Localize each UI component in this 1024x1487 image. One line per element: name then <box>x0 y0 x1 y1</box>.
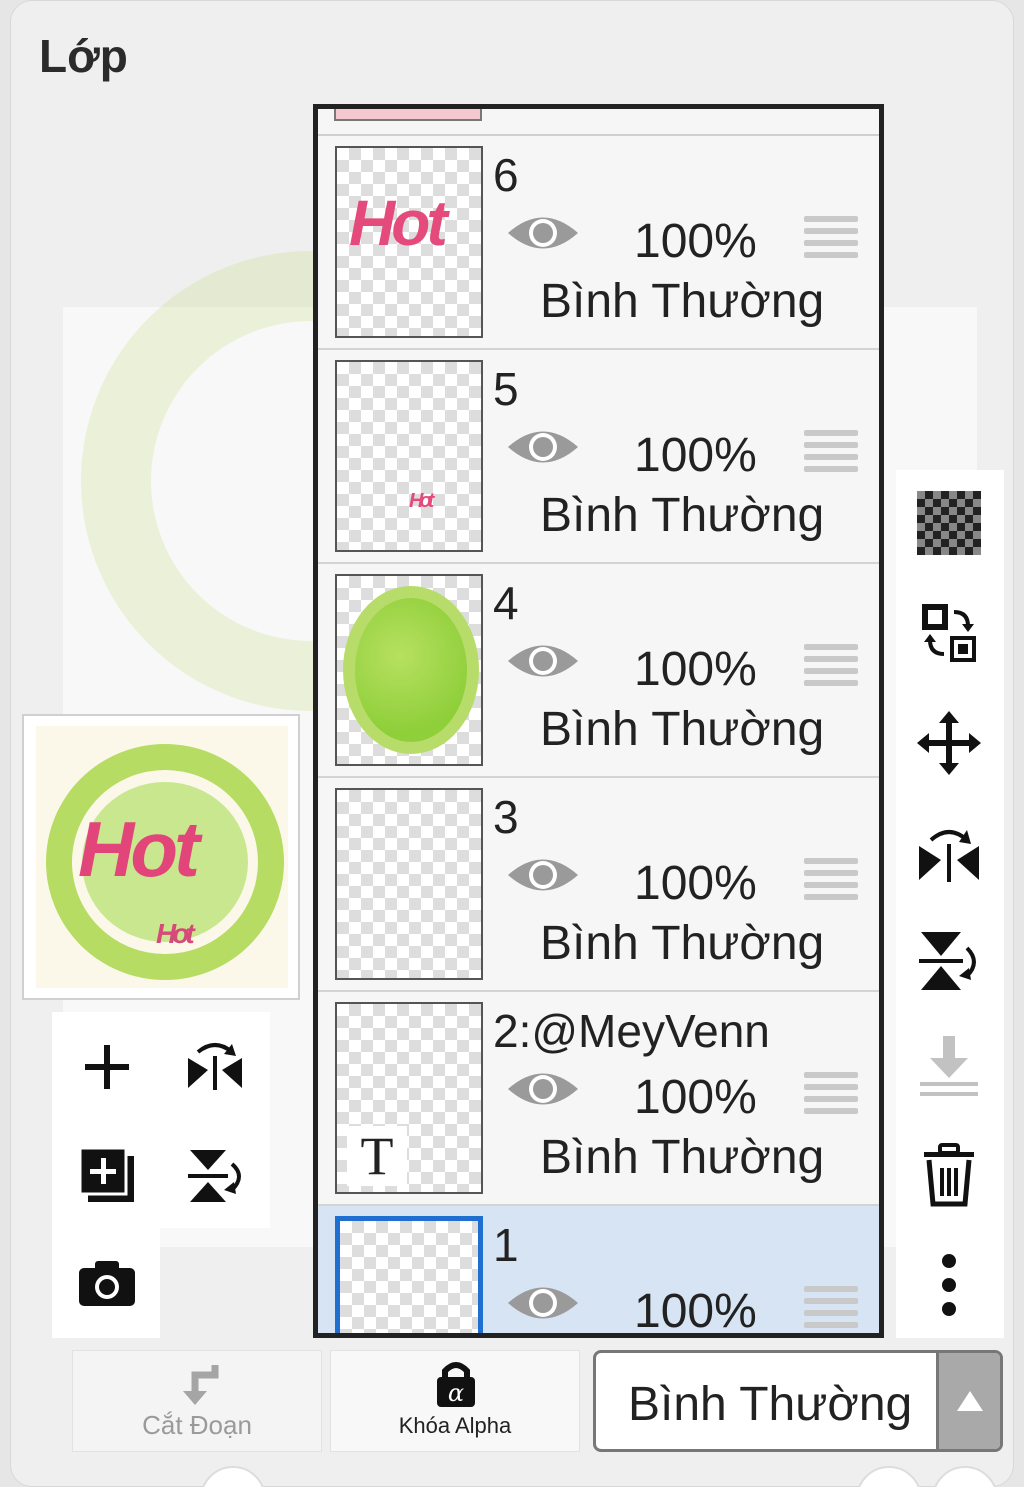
blend-mode-select[interactable]: Bình Thường <box>593 1350 1003 1452</box>
preview-hot-small-text: Hot <box>156 918 195 949</box>
checker-icon[interactable] <box>914 488 984 558</box>
trash-icon[interactable] <box>914 1140 984 1210</box>
move-icon[interactable] <box>914 708 984 778</box>
layer-row-5[interactable]: Hot 5 100% Bình Thường <box>318 350 879 564</box>
preview-image: Hot Hot <box>36 726 288 988</box>
layer-row-4[interactable]: 4 100% Bình Thường <box>318 564 879 778</box>
layer-opacity[interactable]: 100% <box>634 428 757 483</box>
layer-blend-mode: Bình Thường <box>540 1131 825 1184</box>
layer-name: 2:@MeyVenn <box>493 1005 770 1057</box>
layer-blend-mode: Bình Thường <box>540 703 825 756</box>
add-copy-layer-icon[interactable] <box>72 1140 142 1210</box>
layer-row-partial <box>318 109 879 136</box>
dropdown-arrow-icon[interactable] <box>936 1353 1000 1449</box>
layer-name: 4 <box>493 577 519 629</box>
preview-hot-text: Hot <box>78 805 200 893</box>
clipping-arrow-icon <box>183 1365 219 1405</box>
flip-vertical-icon[interactable] <box>914 926 984 996</box>
alpha-lock-label: Khóa Alpha <box>398 1413 512 1438</box>
layer-name: 5 <box>493 363 519 415</box>
layer-row-6[interactable]: Hot 6 100% Bình Thường <box>318 136 879 350</box>
merge-down-icon[interactable] <box>914 1032 984 1102</box>
flip-horizontal-icon[interactable] <box>914 818 984 888</box>
layer-blend-mode: Bình Thường <box>540 917 825 970</box>
clipping-button[interactable]: Cắt Đoạn <box>72 1350 322 1452</box>
drag-handle-icon[interactable] <box>804 430 858 474</box>
layer-blend-mode: Bình Thường <box>540 489 825 542</box>
layer-name: 3 <box>493 791 519 843</box>
add-layer-icon[interactable] <box>72 1032 142 1102</box>
layer-name: 1 <box>493 1219 519 1271</box>
visibility-eye-icon[interactable] <box>506 636 580 686</box>
layer-action-toolbar <box>896 470 1004 1338</box>
thumb-hot-text: Hot <box>349 187 448 259</box>
drag-handle-icon[interactable] <box>804 644 858 688</box>
alpha-lock-icon: α <box>437 1362 475 1407</box>
layer-thumbnail <box>335 788 483 980</box>
visibility-eye-icon[interactable] <box>506 1278 580 1328</box>
layer-row-1[interactable]: 1 100% <box>318 1206 879 1333</box>
panel-title: Lớp <box>39 30 128 82</box>
more-icon[interactable] <box>914 1250 984 1320</box>
svg-text:α: α <box>448 1379 464 1407</box>
camera-block <box>52 1228 160 1338</box>
flip-vertical-small-icon[interactable] <box>180 1140 250 1210</box>
app: Lớp Hot Hot Hot 6 100% Bình Thường Hot 5… <box>0 0 1024 1487</box>
camera-icon[interactable] <box>72 1248 142 1318</box>
layer-thumb-partial <box>334 109 482 121</box>
layer-list[interactable]: Hot 6 100% Bình Thường Hot 5 100% Bình T… <box>313 104 884 1338</box>
layer-tools-block <box>52 1012 270 1228</box>
layer-opacity[interactable]: 100% <box>634 642 757 697</box>
layer-blend-mode: Bình Thường <box>540 275 825 328</box>
visibility-eye-icon[interactable] <box>506 850 580 900</box>
layer-opacity[interactable]: 100% <box>634 214 757 269</box>
visibility-eye-icon[interactable] <box>506 1064 580 1114</box>
layer-opacity[interactable]: 100% <box>634 856 757 911</box>
layer-row-2[interactable]: T 2:@MeyVenn 100% Bình Thường <box>318 992 879 1206</box>
drag-handle-icon[interactable] <box>804 858 858 902</box>
swap-layer-icon[interactable] <box>914 598 984 668</box>
layer-name: 6 <box>493 149 519 201</box>
thumb-hot-text: Hot <box>409 490 434 512</box>
text-layer-icon: T <box>347 1126 407 1186</box>
layer-opacity[interactable]: 100% <box>634 1284 757 1333</box>
layer-thumbnail: Hot <box>335 146 483 338</box>
layer-thumbnail: T <box>335 1002 483 1194</box>
drag-handle-icon[interactable] <box>804 216 858 260</box>
alpha-lock-button[interactable]: α Khóa Alpha <box>330 1350 580 1452</box>
layer-thumbnail <box>335 574 483 766</box>
flip-horizontal-small-icon[interactable] <box>180 1032 250 1102</box>
visibility-eye-icon[interactable] <box>506 208 580 258</box>
layer-thumbnail: Hot <box>335 360 483 552</box>
blend-mode-value: Bình Thường <box>628 1378 913 1431</box>
layer-opacity[interactable]: 100% <box>634 1070 757 1125</box>
drag-handle-icon[interactable] <box>804 1286 858 1330</box>
thumb-green-circle <box>343 586 479 754</box>
layer-thumbnail <box>335 1216 483 1333</box>
drag-handle-icon[interactable] <box>804 1072 858 1116</box>
canvas-preview[interactable]: Hot Hot <box>22 714 300 1000</box>
clipping-label: Cắt Đoạn <box>142 1410 252 1440</box>
layer-row-3[interactable]: 3 100% Bình Thường <box>318 778 879 992</box>
visibility-eye-icon[interactable] <box>506 422 580 472</box>
